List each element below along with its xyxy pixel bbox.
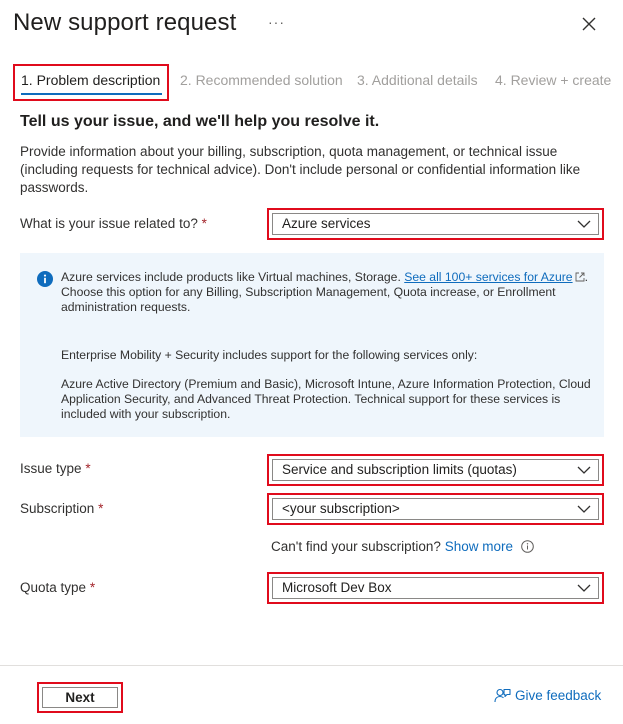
info-paragraph-3: Azure Active Directory (Premium and Basi… — [61, 377, 591, 421]
give-feedback-link[interactable]: Give feedback — [494, 688, 601, 703]
more-options-icon[interactable]: ··· — [268, 14, 285, 30]
subscription-highlight: <your subscription> — [267, 493, 604, 525]
required-marker: * — [89, 580, 96, 595]
active-tab-indicator — [21, 93, 162, 95]
tab-recommended-solution[interactable]: 2. Recommended solution — [180, 72, 343, 88]
external-link-icon — [575, 272, 585, 282]
section-description: Provide information about your billing, … — [20, 144, 581, 195]
subscription-help: Can't find your subscription? Show more — [271, 539, 534, 554]
chevron-down-icon — [577, 220, 591, 228]
feedback-icon — [494, 688, 511, 703]
quota-type-highlight: Microsoft Dev Box — [267, 572, 604, 604]
chevron-down-icon — [577, 584, 591, 592]
info-icon — [37, 271, 53, 287]
quota-type-label: Quota type * — [20, 580, 96, 595]
next-button[interactable]: Next — [42, 687, 118, 708]
section-heading: Tell us your issue, and we'll help you r… — [20, 113, 380, 130]
wizard-tabs: 1. Problem description 2. Recommended so… — [13, 64, 623, 102]
required-marker: * — [98, 501, 104, 516]
subscription-dropdown[interactable]: <your subscription> — [272, 498, 599, 520]
info-outline-icon[interactable] — [520, 540, 534, 553]
footer-divider — [0, 665, 623, 666]
page-title: New support request — [13, 9, 237, 36]
required-marker: * — [201, 216, 207, 231]
chevron-down-icon — [577, 505, 591, 513]
issue-type-dropdown[interactable]: Service and subscription limits (quotas) — [272, 459, 599, 481]
chevron-down-icon — [577, 466, 591, 474]
tab-problem-description[interactable]: 1. Problem description — [21, 72, 160, 88]
required-marker: * — [85, 461, 91, 476]
next-highlight: Next — [37, 682, 123, 713]
issue-related-label: What is your issue related to? * — [20, 216, 207, 231]
close-icon[interactable] — [578, 13, 600, 35]
issue-type-label: Issue type * — [20, 461, 91, 476]
issue-related-highlight: Azure services — [267, 208, 604, 240]
info-box: Azure services include products like Vir… — [20, 253, 604, 437]
show-more-link[interactable]: Show more — [445, 539, 513, 554]
tab-review-create[interactable]: 4. Review + create — [495, 72, 611, 88]
info-paragraph-2: Enterprise Mobility + Security includes … — [61, 348, 478, 362]
issue-related-dropdown[interactable]: Azure services — [272, 213, 599, 235]
info-paragraph-1: Azure services include products like Vir… — [61, 270, 588, 314]
see-all-services-link[interactable]: See all 100+ services for Azure — [404, 270, 572, 284]
issue-type-highlight: Service and subscription limits (quotas) — [267, 454, 604, 486]
subscription-label: Subscription * — [20, 501, 104, 516]
tab-additional-details[interactable]: 3. Additional details — [357, 72, 478, 88]
quota-type-dropdown[interactable]: Microsoft Dev Box — [272, 577, 599, 599]
